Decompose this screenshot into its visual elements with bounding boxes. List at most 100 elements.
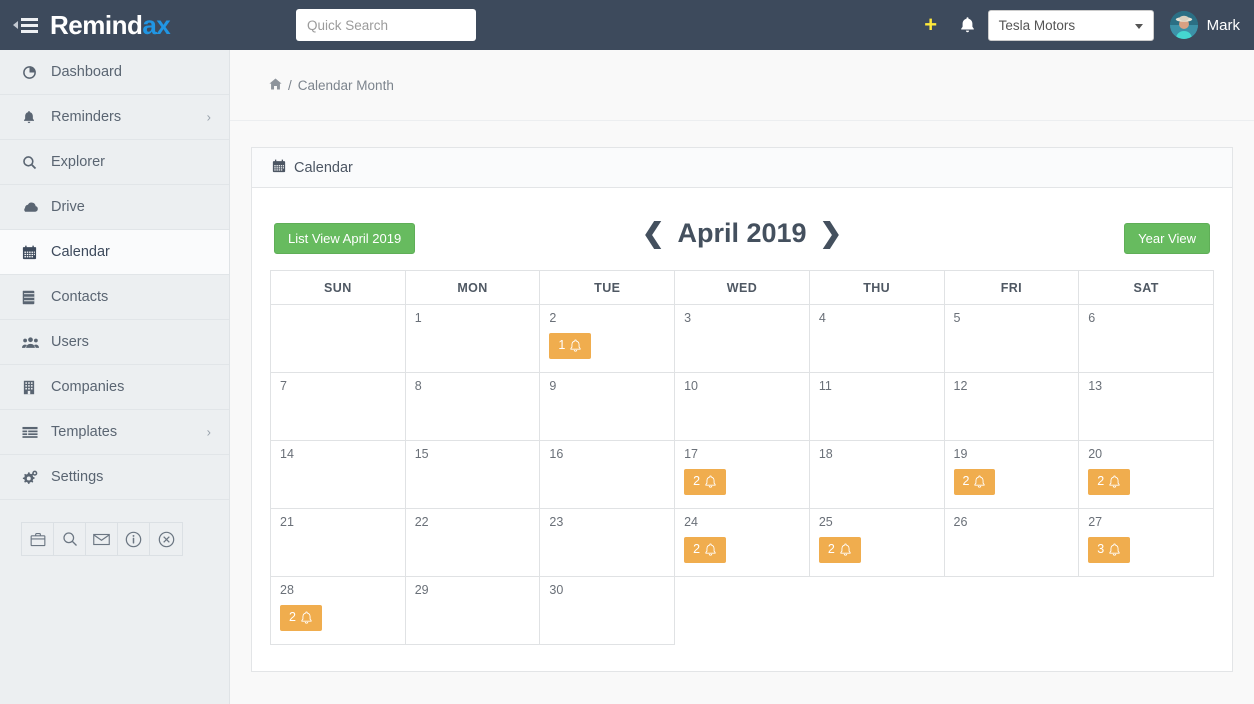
briefcase-icon[interactable] (22, 523, 54, 555)
bell-icon (973, 475, 986, 489)
panel-body: List View April 2019 ❮ April 2019 ❯ Year… (252, 188, 1232, 671)
calendar-day-cell[interactable]: 3 (675, 305, 810, 373)
reminder-count-badge[interactable]: 2 (954, 469, 996, 495)
company-select[interactable]: Tesla Motors (988, 10, 1154, 41)
add-new-button[interactable]: + (914, 0, 948, 50)
calendar-day-cell[interactable] (271, 305, 406, 373)
calendar-weekday-header: SUN MON TUE WED THU FRI SAT (271, 271, 1214, 305)
day-number: 30 (549, 584, 665, 597)
sidebar-collapse-button[interactable] (0, 0, 50, 50)
day-number: 6 (1088, 312, 1204, 325)
calendar-day-cell[interactable]: 192 (944, 441, 1079, 509)
username-label: Mark (1207, 17, 1240, 34)
reminder-count-badge[interactable]: 2 (684, 469, 726, 495)
user-menu[interactable]: Mark (1170, 11, 1240, 39)
prev-month-button[interactable]: ❮ (642, 220, 665, 247)
calendar-day-cell[interactable]: 14 (271, 441, 406, 509)
calendar-day-cell[interactable]: 6 (1079, 305, 1214, 373)
search-icon[interactable] (54, 523, 86, 555)
calendar-day-cell[interactable]: 252 (809, 509, 944, 577)
day-number: 3 (684, 312, 800, 325)
calendar-day-cell[interactable]: 26 (944, 509, 1079, 577)
sidebar-item-calendar[interactable]: Calendar (0, 230, 229, 275)
weekday-header: SAT (1079, 271, 1214, 305)
reminder-count-badge[interactable]: 3 (1088, 537, 1130, 563)
day-number: 28 (280, 584, 396, 597)
sidebar-item-users[interactable]: Users (0, 320, 229, 365)
reminder-count-badge[interactable]: 2 (819, 537, 861, 563)
sidebar-item-label: Drive (51, 199, 85, 215)
sidebar-item-companies[interactable]: Companies (0, 365, 229, 410)
sidebar-item-settings[interactable]: Settings (0, 455, 229, 500)
search-input[interactable] (296, 9, 476, 41)
calendar-cell-outside (809, 577, 944, 645)
info-circle-icon[interactable] (118, 523, 150, 555)
calendar-day-cell[interactable]: 30 (540, 577, 675, 645)
envelope-icon[interactable] (86, 523, 118, 555)
calendar-day-cell[interactable]: 28 2 (271, 577, 406, 645)
sidebar-item-label: Explorer (51, 154, 105, 170)
calendar-day-cell[interactable]: 15 (405, 441, 540, 509)
year-view-button[interactable]: Year View (1124, 223, 1210, 254)
next-month-button[interactable]: ❯ (820, 220, 843, 247)
calendar-day-cell[interactable]: 202 (1079, 441, 1214, 509)
day-number: 17 (684, 448, 800, 461)
reminder-count-label: 2 (828, 543, 835, 556)
day-number: 13 (1088, 380, 1204, 393)
calendar-day-cell[interactable]: 242 (675, 509, 810, 577)
sidebar-item-templates[interactable]: Templates › (0, 410, 229, 455)
calendar-day-cell[interactable]: 16 (540, 441, 675, 509)
calendar-day-cell[interactable]: 12 (944, 373, 1079, 441)
chevron-right-icon: › (207, 425, 211, 440)
reminder-count-label: 2 (693, 475, 700, 488)
sidebar-item-label: Dashboard (51, 64, 122, 80)
sidebar-item-label: Contacts (51, 289, 108, 305)
reminder-count-label: 3 (1097, 543, 1104, 556)
calendar-week-row: 21222324225226273 (271, 509, 1214, 577)
calendar-day-cell[interactable]: 1 (405, 305, 540, 373)
times-circle-icon[interactable] (150, 523, 182, 555)
calendar-day-cell[interactable]: 18 (809, 441, 944, 509)
calendar-day-cell[interactable]: 10 (675, 373, 810, 441)
sidebar-item-contacts[interactable]: Contacts (0, 275, 229, 320)
app-logo[interactable]: Remindax (50, 0, 230, 50)
calendar-day-cell[interactable]: 13 (1079, 373, 1214, 441)
breadcrumb-current: Calendar Month (298, 78, 394, 93)
bell-icon (300, 611, 313, 625)
bell-icon (1108, 475, 1121, 489)
day-number: 1 (415, 312, 531, 325)
calendar-day-cell[interactable]: 273 (1079, 509, 1214, 577)
sidebar-item-reminders[interactable]: Reminders › (0, 95, 229, 140)
calendar-day-cell[interactable]: 11 (809, 373, 944, 441)
day-number: 11 (819, 380, 935, 393)
calendar-day-cell[interactable]: 21 (540, 305, 675, 373)
sidebar-item-drive[interactable]: Drive (0, 185, 229, 230)
reminder-count-badge[interactable]: 2 (280, 605, 322, 631)
calendar-day-cell[interactable]: 7 (271, 373, 406, 441)
reminder-count-badge[interactable]: 1 (549, 333, 591, 359)
calendar-day-cell[interactable]: 8 (405, 373, 540, 441)
calendar-day-cell[interactable]: 21 (271, 509, 406, 577)
calendar-week-row: 141516 17 2 18192202 (271, 441, 1214, 509)
caret-left-icon (13, 21, 18, 29)
home-icon[interactable] (269, 78, 282, 93)
sidebar-item-label: Users (51, 334, 89, 350)
calendar-day-cell[interactable]: 9 (540, 373, 675, 441)
sidebar-item-explorer[interactable]: Explorer (0, 140, 229, 185)
notifications-button[interactable] (948, 0, 988, 50)
reminder-count-badge[interactable]: 2 (1088, 469, 1130, 495)
calendar-day-cell[interactable]: 4 (809, 305, 944, 373)
calendar-day-cell[interactable]: 23 (540, 509, 675, 577)
calendar-day-cell[interactable]: 29 (405, 577, 540, 645)
weekday-header: SUN (271, 271, 406, 305)
day-number: 2 (549, 312, 665, 325)
reminder-count-badge[interactable]: 2 (684, 537, 726, 563)
main-content: / Calendar Month Calendar List View Apri… (230, 50, 1254, 704)
calendar-day-cell[interactable]: 17 2 (675, 441, 810, 509)
calendar-day-cell[interactable]: 22 (405, 509, 540, 577)
calendar-day-cell[interactable]: 5 (944, 305, 1079, 373)
sidebar-item-dashboard[interactable]: Dashboard (0, 50, 229, 95)
search-icon (22, 155, 44, 170)
weekday-header: WED (675, 271, 810, 305)
calendar-cell-outside (1079, 577, 1214, 645)
